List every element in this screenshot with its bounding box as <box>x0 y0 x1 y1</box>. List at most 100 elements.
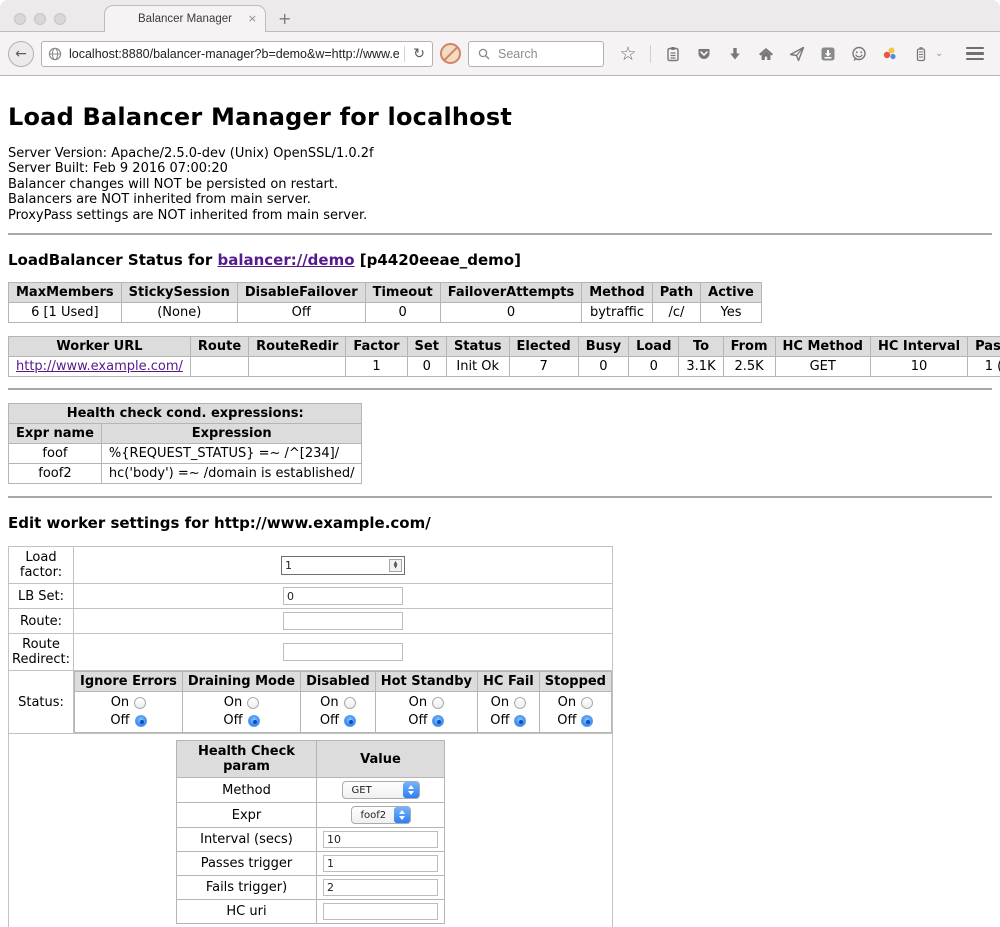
stopped-on-radio[interactable] <box>581 697 593 709</box>
back-button[interactable]: ← <box>8 41 34 67</box>
cell-expr-name: foof <box>9 444 102 464</box>
fails-label: Fails trigger) <box>177 876 317 900</box>
adblock-icon[interactable] <box>440 43 461 64</box>
tab-bar: Balancer Manager × + <box>0 0 1000 32</box>
downloads-icon[interactable] <box>726 45 744 63</box>
lb-set-label: LB Set: <box>9 584 74 609</box>
tab-balancer-manager[interactable]: Balancer Manager × <box>104 5 266 32</box>
method-label: Method <box>177 778 317 803</box>
minimize-window-button[interactable] <box>34 13 46 25</box>
col-from: From <box>723 337 775 357</box>
off-label: Off <box>408 712 427 730</box>
tab-close-icon[interactable]: × <box>248 12 257 25</box>
page-title: Load Balancer Manager for localhost <box>8 103 992 131</box>
on-label: On <box>320 694 338 712</box>
cell-expr-name: foof2 <box>9 464 102 484</box>
col-timeout: Timeout <box>365 283 440 303</box>
expr-select[interactable]: foof2 <box>351 806 411 824</box>
cell-status: Init Ok <box>446 357 509 377</box>
col-disabled: Disabled <box>301 672 376 692</box>
close-window-button[interactable] <box>14 13 26 25</box>
fails-input[interactable] <box>323 879 438 896</box>
col-disablefailover: DisableFailover <box>237 283 365 303</box>
chevron-down-icon[interactable]: ⌄ <box>935 48 943 59</box>
stopped-off-radio[interactable] <box>581 715 593 727</box>
ignore-errors-off-radio[interactable] <box>135 715 147 727</box>
reload-icon[interactable]: ↻ <box>410 46 428 62</box>
heading-suffix: [p4420eeae_demo] <box>355 251 521 269</box>
cell-route <box>190 357 248 377</box>
new-tab-button[interactable]: + <box>278 9 291 28</box>
off-label: Off <box>320 712 339 730</box>
chat-smiley-icon[interactable] <box>850 45 868 63</box>
route-redirect-input[interactable] <box>283 643 403 661</box>
col-stickysession: StickySession <box>121 283 237 303</box>
pocket-icon[interactable] <box>695 45 713 63</box>
home-icon[interactable] <box>757 45 775 63</box>
route-label: Route: <box>9 609 74 634</box>
number-spinner-icon[interactable]: ▲▼ <box>389 559 402 572</box>
lb-set-input[interactable] <box>283 587 403 605</box>
form-row-route-redirect: Route Redirect: <box>9 634 613 671</box>
send-tab-icon[interactable] <box>788 45 806 63</box>
col-elected: Elected <box>509 337 578 357</box>
interval-input[interactable] <box>323 831 438 848</box>
hot-standby-off-radio[interactable] <box>432 715 444 727</box>
hc-uri-input[interactable] <box>323 903 438 920</box>
divider <box>8 233 992 235</box>
table-header-row: Worker URL Route RouteRedir Factor Set S… <box>9 337 1000 357</box>
container-battery-icon[interactable] <box>912 45 930 63</box>
method-select[interactable]: GET <box>342 781 420 799</box>
col-busy: Busy <box>578 337 628 357</box>
bookmark-star-icon[interactable]: ☆ <box>619 45 637 63</box>
url-bar[interactable]: localhost:8880/balancer-manager?b=demo&w… <box>41 41 433 67</box>
off-label: Off <box>490 712 509 730</box>
divider <box>8 496 992 498</box>
form-row-lb-set: LB Set: <box>9 584 613 609</box>
cell-failoverattempts: 0 <box>440 303 582 323</box>
balancer-demo-link[interactable]: balancer://demo <box>217 251 354 269</box>
worker-url-link[interactable]: http://www.example.com/ <box>16 359 183 374</box>
route-redirect-label: Route Redirect: <box>9 634 74 671</box>
hc-fail-on-radio[interactable] <box>514 697 526 709</box>
expr-select-value: foof2 <box>361 810 387 821</box>
table-row: 6 [1 Used] (None) Off 0 0 bytraffic /c/ … <box>9 303 762 323</box>
url-divider <box>404 46 405 62</box>
hot-standby-on-radio[interactable] <box>432 697 444 709</box>
passes-input[interactable] <box>323 855 438 872</box>
load-factor-input[interactable] <box>281 556 405 575</box>
disabled-on-radio[interactable] <box>344 697 356 709</box>
table-header-row: Expr name Expression <box>9 424 362 444</box>
site-identity-globe-icon[interactable] <box>46 45 64 63</box>
draining-mode-off-radio[interactable] <box>248 715 260 727</box>
search-bar[interactable]: Search <box>468 41 604 67</box>
hc-fail-off-radio[interactable] <box>514 715 526 727</box>
server-version-line: Server Version: Apache/2.5.0-dev (Unix) … <box>8 146 992 161</box>
draining-mode-on-radio[interactable] <box>247 697 259 709</box>
hc-row-method: Method GET <box>177 778 445 803</box>
off-label: Off <box>223 712 242 730</box>
url-text[interactable]: localhost:8880/balancer-manager?b=demo&w… <box>69 47 399 61</box>
col-route: Route <box>190 337 248 357</box>
hc-expressions-table: Health check cond. expressions: Expr nam… <box>8 403 362 484</box>
hc-row-passes: Passes trigger <box>177 852 445 876</box>
table-row: http://www.example.com/ 1 0 Init Ok 7 0 … <box>9 357 1000 377</box>
menu-hamburger-icon[interactable] <box>966 47 984 61</box>
col-hc-value: Value <box>317 741 445 778</box>
ignore-errors-on-radio[interactable] <box>134 697 146 709</box>
zoom-window-button[interactable] <box>54 13 66 25</box>
cell-load: 0 <box>629 357 679 377</box>
color-dots-icon[interactable] <box>881 45 899 63</box>
disabled-off-radio[interactable] <box>344 715 356 727</box>
route-input[interactable] <box>283 612 403 630</box>
save-page-icon[interactable] <box>819 45 837 63</box>
back-arrow-icon: ← <box>15 46 27 62</box>
hc-row-expr: Expr foof2 <box>177 803 445 828</box>
cell-active: Yes <box>701 303 762 323</box>
col-method: Method <box>582 283 652 303</box>
col-status: Status <box>446 337 509 357</box>
reading-list-clipboard-icon[interactable] <box>664 45 682 63</box>
hc-row-interval: Interval (secs) <box>177 828 445 852</box>
select-arrows-icon <box>394 807 410 823</box>
search-placeholder[interactable]: Search <box>498 47 538 61</box>
